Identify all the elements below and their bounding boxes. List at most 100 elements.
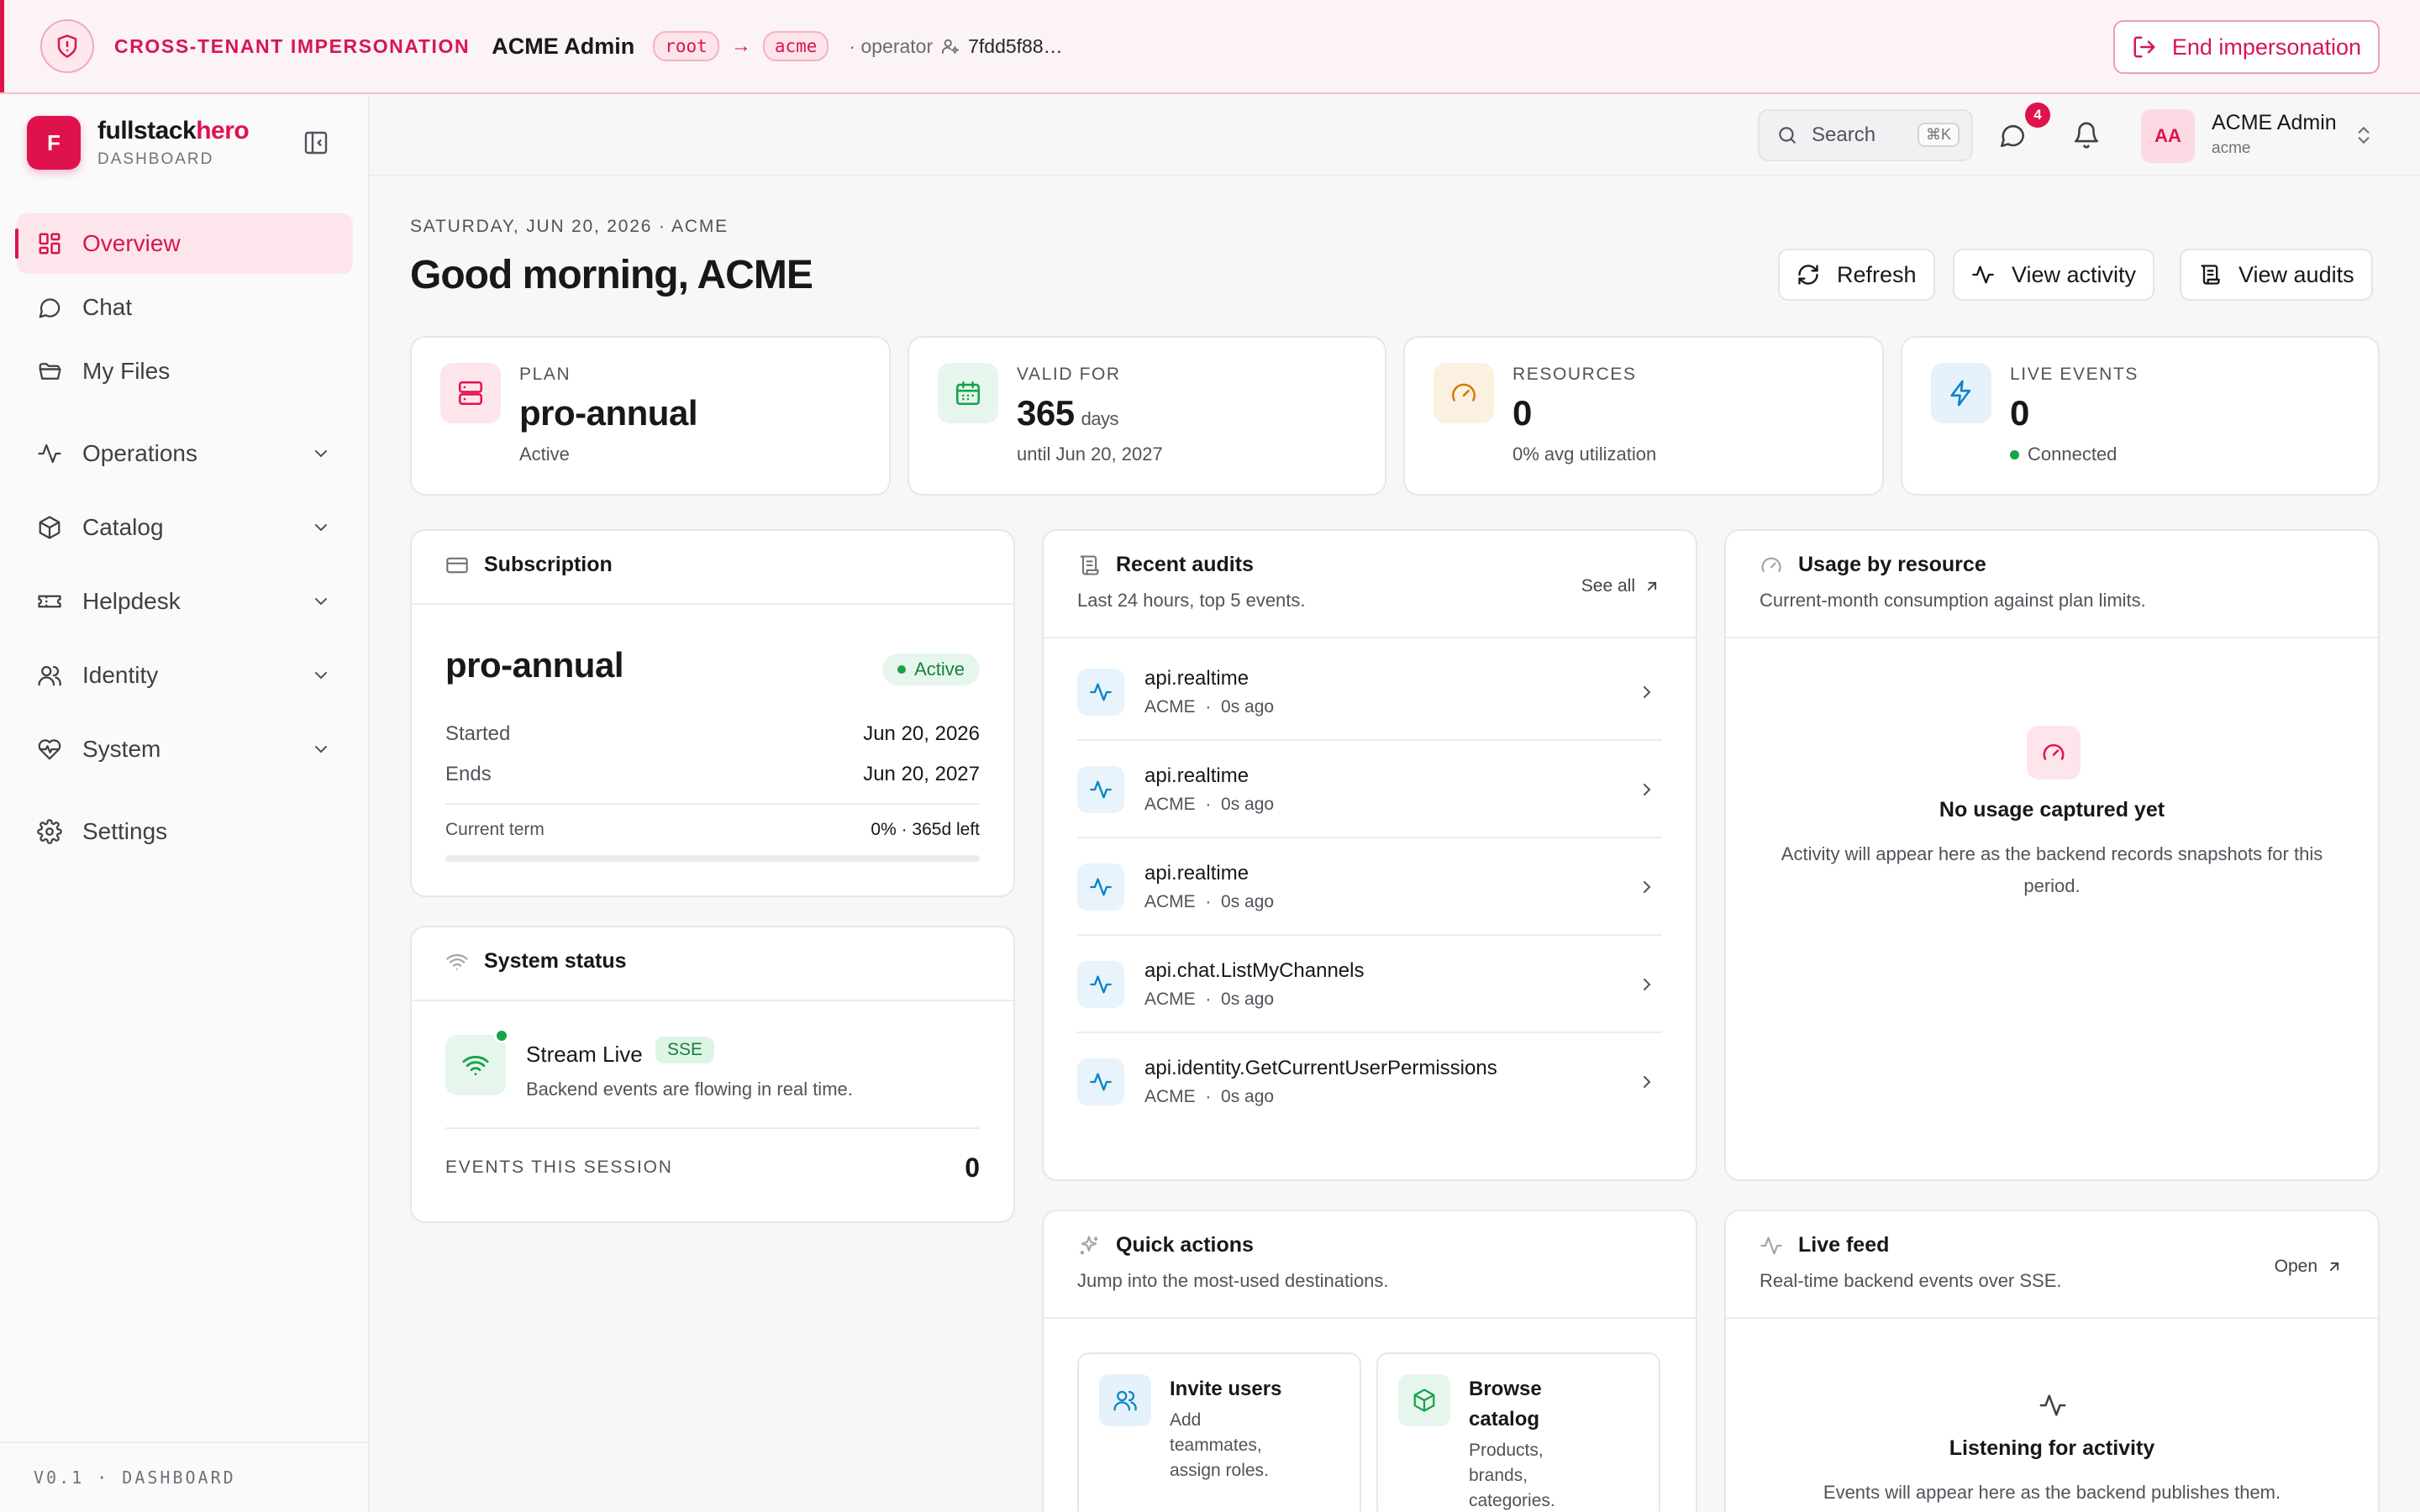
usage-empty-title: No usage captured yet [1939, 798, 2165, 822]
version-footer: V0.1 · DASHBOARD [0, 1441, 368, 1512]
gauge-icon [2027, 726, 2081, 780]
audit-row[interactable]: api.realtime ACME · 0s ago [1077, 643, 1662, 741]
open-live-feed-link[interactable]: Open [2275, 1257, 2343, 1277]
chevron-right-icon [1637, 780, 1657, 800]
users-icon [1099, 1374, 1151, 1426]
audit-event-meta: ACME · 0s ago [1144, 990, 1275, 1009]
refresh-button[interactable]: Refresh [1778, 249, 1935, 301]
impersonation-label: CROSS-TENANT IMPERSONATION [114, 34, 471, 57]
sidebar-item-overview[interactable]: Overview [15, 213, 353, 274]
arrow-up-right-icon [1644, 578, 1660, 595]
view-activity-button[interactable]: View activity [1953, 249, 2155, 301]
brand[interactable]: F fullstackhero DASHBOARD [27, 116, 250, 170]
notifications-button[interactable] [2072, 121, 2101, 150]
search-button[interactable]: Search ⌘K [1758, 109, 1973, 161]
chevron-right-icon [1637, 974, 1657, 995]
ticket-icon [37, 589, 66, 614]
live-events-label: LIVE EVENTS [2010, 365, 2139, 384]
ends-row: Ends Jun 20, 2027 [445, 763, 980, 785]
stream-name: Stream Live [526, 1042, 643, 1067]
sidebar-item-label: Operations [82, 440, 197, 466]
brand-name: fullstackhero [97, 117, 250, 144]
sidebar-item-chat[interactable]: Chat [17, 277, 353, 338]
recent-audits-description: Last 24 hours, top 5 events. [1077, 590, 1306, 611]
sidebar-item-label: My Files [82, 358, 171, 384]
sidebar-item-my-files[interactable]: My Files [17, 341, 353, 402]
brand-logo: F [27, 116, 81, 170]
audit-row[interactable]: api.realtime ACME · 0s ago [1077, 838, 1662, 936]
resources-utilization: 0% avg utilization [1512, 444, 1657, 465]
sidebar-item-label: Settings [82, 818, 168, 844]
live-feed-empty-title: Listening for activity [1949, 1436, 2155, 1460]
impersonation-banner: CROSS-TENANT IMPERSONATION ACME Admin ro… [0, 0, 2420, 94]
audit-event-name: api.realtime [1144, 667, 1249, 690]
audit-row[interactable]: api.chat.ListMyChannels ACME · 0s ago [1077, 936, 1662, 1033]
source-tenant-pill: root [653, 31, 719, 61]
package-icon [1398, 1374, 1450, 1426]
audit-event-meta: ACME · 0s ago [1144, 892, 1275, 911]
bell-icon [2072, 121, 2101, 150]
valid-for-label: VALID FOR [1017, 365, 1121, 384]
status-badge: Active [882, 654, 980, 685]
audit-row[interactable]: api.identity.GetCurrentUserPermissions A… [1077, 1033, 1662, 1131]
sidebar-item-helpdesk[interactable]: Helpdesk [17, 571, 353, 632]
subscription-plan: pro-annual [445, 645, 624, 685]
heart-pulse-icon [37, 737, 66, 762]
events-session-label: EVENTS THIS SESSION [445, 1158, 673, 1177]
sparkles-icon [1077, 1234, 1101, 1257]
avatar[interactable]: AA [2141, 109, 2195, 163]
sidebar-item-system[interactable]: System [17, 719, 353, 780]
quick-actions-card: Quick actions Jump into the most-used de… [1042, 1210, 1697, 1512]
sidebar-item-operations[interactable]: Operations [17, 423, 353, 484]
quick-action-title: Invite users [1170, 1378, 1282, 1400]
plan-value: pro-annual [519, 393, 698, 433]
sse-badge: SSE [655, 1037, 715, 1063]
quick-action-invite-users[interactable]: Invite users Add teammates, assign roles… [1077, 1352, 1361, 1512]
arrow-right-icon: → [730, 34, 751, 57]
term-progress-bar [445, 855, 980, 862]
view-audits-button[interactable]: View audits [2180, 249, 2373, 301]
wifi-icon [445, 950, 469, 974]
events-session-value: 0 [965, 1152, 980, 1183]
resources-stat-card: RESOURCES 0 0% avg utilization [1403, 336, 1884, 496]
live-feed-card: Live feed Real-time backend events over … [1724, 1210, 2380, 1512]
usage-by-resource-card: Usage by resource Current-month consumpt… [1724, 529, 2380, 1181]
sidebar-item-settings[interactable]: Settings [17, 801, 353, 862]
sidebar-collapse-icon[interactable] [302, 129, 329, 156]
audit-row[interactable]: api.realtime ACME · 0s ago [1077, 741, 1662, 838]
target-tenant-pill: acme [762, 31, 829, 61]
users-icon [37, 663, 66, 688]
audit-event-name: api.chat.ListMyChannels [1144, 959, 1365, 982]
operator-info: · operator 7fdd5f88… [849, 35, 1062, 58]
sidebar-item-identity[interactable]: Identity [17, 645, 353, 706]
audit-event-name: api.identity.GetCurrentUserPermissions [1144, 1057, 1497, 1079]
activity-icon [1971, 263, 1995, 286]
sidebar-item-catalog[interactable]: Catalog [17, 497, 353, 558]
see-all-link[interactable]: See all [1581, 576, 1660, 596]
sidebar: F fullstackhero DASHBOARD Overview Chat … [0, 96, 370, 1512]
activity-icon [37, 441, 66, 466]
arrow-up-right-icon [2326, 1258, 2343, 1275]
folder-icon [37, 359, 66, 384]
status-dot [2010, 449, 2019, 459]
messages-button[interactable] [1998, 121, 2027, 150]
end-impersonation-button[interactable]: End impersonation [2112, 20, 2380, 74]
user-tenant: acme [2212, 139, 2251, 157]
activity-icon [2039, 1391, 2067, 1420]
end-impersonation-label: End impersonation [2171, 34, 2361, 60]
chevrons-up-down-icon[interactable] [2353, 124, 2375, 146]
activity-icon [1077, 961, 1124, 1008]
quick-action-browse-catalog[interactable]: Browse catalog Products, brands, categor… [1376, 1352, 1660, 1512]
message-circle-icon [1998, 121, 2027, 150]
stream-description: Backend events are flowing in real time. [526, 1079, 853, 1100]
gauge-icon [1434, 363, 1494, 423]
shield-alert-icon [40, 19, 94, 73]
grid-icon [37, 231, 66, 256]
usage-empty-description: Activity will appear here as the backend… [1781, 843, 2323, 896]
user-name[interactable]: ACME Admin [2212, 111, 2337, 135]
sidebar-item-label: Catalog [82, 514, 164, 540]
audit-event-meta: ACME · 0s ago [1144, 697, 1275, 717]
system-status-title: System status [484, 949, 627, 973]
refresh-label: Refresh [1837, 261, 1917, 287]
resources-label: RESOURCES [1512, 365, 1637, 384]
